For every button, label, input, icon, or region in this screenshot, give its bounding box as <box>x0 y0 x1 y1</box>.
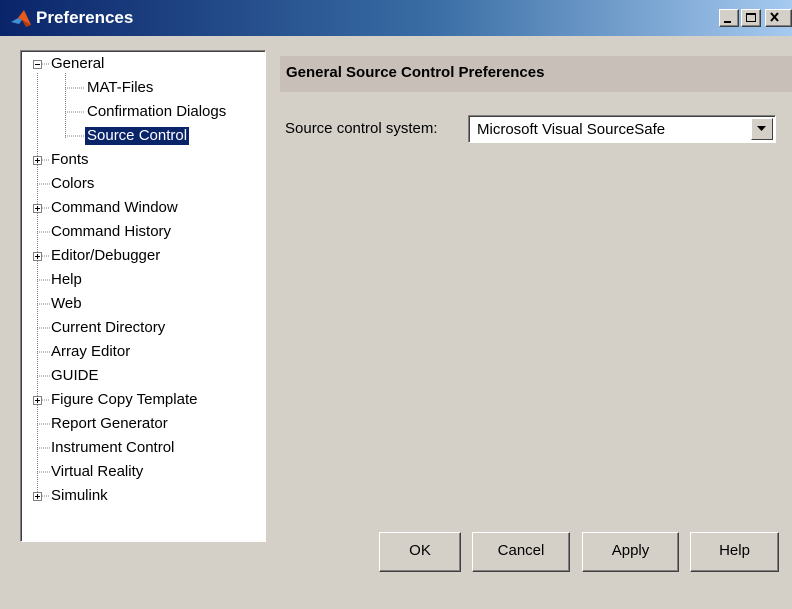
preferences-tree[interactable]: General MAT-Files Confirmation Dialogs S… <box>20 50 266 542</box>
tree-item-source-control[interactable]: Source Control <box>85 127 190 145</box>
collapse-icon[interactable] <box>33 60 42 69</box>
chevron-down-icon <box>757 126 766 131</box>
tree-item-colors[interactable]: Colors <box>49 175 96 193</box>
tree-item-array-editor[interactable]: Array Editor <box>49 343 132 361</box>
tree-item-editor-debugger[interactable]: Editor/Debugger <box>49 247 162 265</box>
tree-item-web[interactable]: Web <box>49 295 84 313</box>
maximize-button[interactable] <box>741 9 761 27</box>
tree-item-report-generator[interactable]: Report Generator <box>49 415 170 433</box>
expand-icon[interactable] <box>33 492 42 501</box>
source-control-select[interactable]: Microsoft Visual SourceSafe <box>468 115 776 143</box>
source-control-value: Microsoft Visual SourceSafe <box>477 121 666 138</box>
expand-icon[interactable] <box>33 396 42 405</box>
close-icon <box>770 12 779 22</box>
minimize-icon <box>724 21 731 23</box>
matlab-logo-icon <box>11 10 31 27</box>
dropdown-arrow-button[interactable] <box>751 118 773 140</box>
tree-item-simulink[interactable]: Simulink <box>49 487 110 505</box>
cancel-button[interactable]: Cancel <box>472 532 570 572</box>
tree-item-help[interactable]: Help <box>49 271 84 289</box>
tree-item-confirmation-dialogs[interactable]: Confirmation Dialogs <box>85 103 228 121</box>
ok-button[interactable]: OK <box>379 532 461 572</box>
close-button[interactable] <box>765 9 792 27</box>
panel-header: General Source Control Preferences <box>280 56 792 92</box>
title-bar[interactable]: Preferences <box>0 0 792 36</box>
panel-title: General Source Control Preferences <box>286 64 545 81</box>
expand-icon[interactable] <box>33 204 42 213</box>
tree-item-guide[interactable]: GUIDE <box>49 367 101 385</box>
maximize-icon <box>746 13 756 22</box>
apply-button[interactable]: Apply <box>582 532 679 572</box>
tree-item-current-directory[interactable]: Current Directory <box>49 319 167 337</box>
minimize-button[interactable] <box>719 9 739 27</box>
tree-item-figure-copy-template[interactable]: Figure Copy Template <box>49 391 199 409</box>
source-control-label: Source control system: <box>285 120 438 137</box>
window-title: Preferences <box>36 8 134 27</box>
help-button[interactable]: Help <box>690 532 779 572</box>
expand-icon[interactable] <box>33 252 42 261</box>
tree-item-mat-files[interactable]: MAT-Files <box>85 79 155 97</box>
tree-item-general[interactable]: General <box>49 55 106 73</box>
tree-item-command-history[interactable]: Command History <box>49 223 173 241</box>
tree-item-command-window[interactable]: Command Window <box>49 199 180 217</box>
tree-item-virtual-reality[interactable]: Virtual Reality <box>49 463 145 481</box>
expand-icon[interactable] <box>33 156 42 165</box>
tree-item-instrument-control[interactable]: Instrument Control <box>49 439 176 457</box>
tree-item-fonts[interactable]: Fonts <box>49 151 91 169</box>
